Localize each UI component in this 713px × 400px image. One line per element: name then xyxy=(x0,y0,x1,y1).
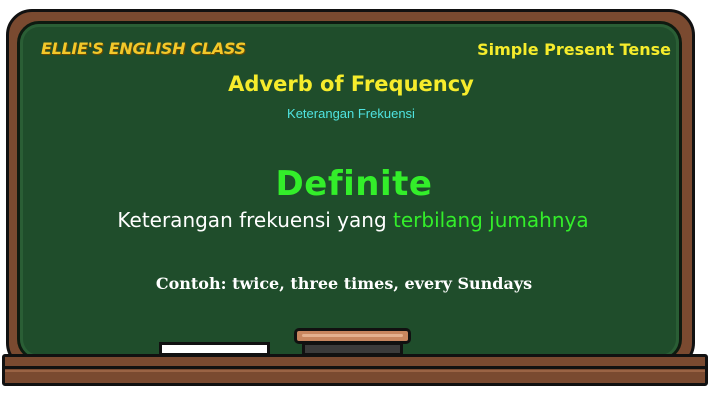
page-subtitle: Keterangan Frekuensi xyxy=(287,106,415,121)
class-brand-label: ELLIE'S ENGLISH CLASS xyxy=(41,39,246,58)
definition-text: Keterangan frekuensi yang terbilang juma… xyxy=(0,208,706,232)
page-title: Adverb of Frequency xyxy=(228,72,474,96)
ledge-highlight xyxy=(5,370,705,372)
chalk-icon xyxy=(159,342,270,356)
eraser-pad xyxy=(302,342,403,356)
ledge-line xyxy=(5,366,705,369)
example-text: Contoh: twice, three times, every Sunday… xyxy=(155,274,533,293)
topic-label: Simple Present Tense xyxy=(477,40,671,59)
definition-highlight: terbilang jumahnya xyxy=(393,208,589,232)
section-heading: Definite xyxy=(275,164,433,204)
eraser-icon xyxy=(294,328,411,356)
chalkboard-ledge xyxy=(2,354,708,386)
definition-prefix: Keterangan frekuensi yang xyxy=(117,208,387,232)
